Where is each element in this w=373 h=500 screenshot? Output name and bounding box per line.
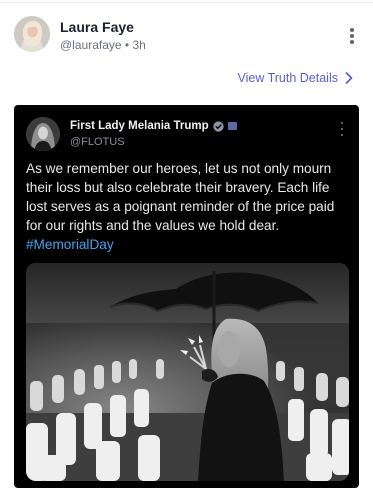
view-details-link[interactable]: View Truth Details	[237, 71, 354, 85]
verified-badge-icon	[213, 120, 224, 132]
government-flag-icon	[227, 122, 237, 130]
embedded-avatar[interactable]	[26, 117, 60, 151]
embedded-post-card[interactable]: First Lady Melania Trump @FLOTUS As we r…	[14, 105, 359, 488]
author-meta: @laurafaye • 3h	[60, 38, 146, 52]
embedded-body: As we remember our heroes, let us not on…	[26, 161, 335, 233]
more-options-icon[interactable]	[344, 26, 360, 46]
embedded-photo[interactable]	[26, 263, 349, 481]
post-time[interactable]: 3h	[132, 38, 145, 52]
meta-separator: •	[124, 38, 130, 52]
embedded-post-text: As we remember our heroes, let us not on…	[26, 159, 348, 254]
embedded-author-row: First Lady Melania Trump	[70, 120, 237, 132]
view-details-label: View Truth Details	[237, 71, 338, 85]
chevron-right-icon	[345, 72, 353, 84]
author-name[interactable]: Laura Faye	[60, 19, 134, 35]
post-header: Laura Faye @laurafaye • 3h	[14, 16, 360, 56]
author-handle[interactable]: @laurafaye	[60, 38, 122, 52]
hashtag-link[interactable]: #MemorialDay	[26, 237, 114, 252]
embedded-author-handle[interactable]: @FLOTUS	[70, 136, 125, 148]
embedded-author-name[interactable]: First Lady Melania Trump	[70, 120, 209, 132]
embedded-more-icon[interactable]	[339, 122, 345, 136]
top-divider	[0, 0, 373, 3]
avatar[interactable]	[14, 16, 50, 52]
